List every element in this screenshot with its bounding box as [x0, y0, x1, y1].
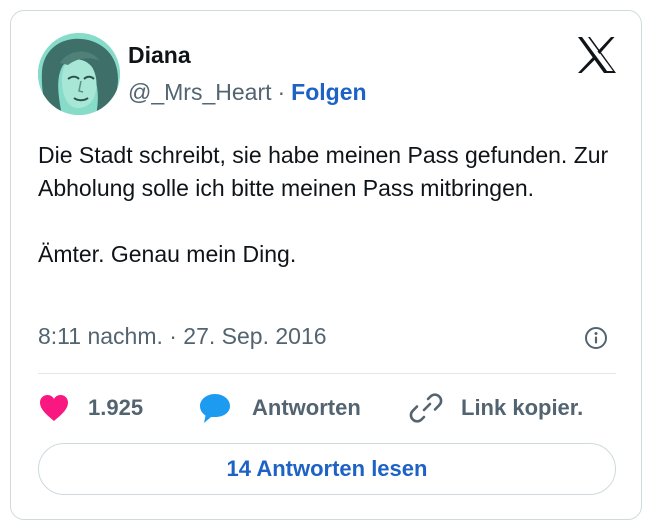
reply-button[interactable]: Antworten [198, 391, 361, 425]
tweet-timestamp[interactable]: 8:11 nachm. · 27. Sep. 2016 [38, 322, 327, 350]
speech-bubble-icon [200, 394, 230, 423]
avatar[interactable] [38, 33, 120, 115]
tweet-text: Die Stadt schreibt, sie habe meinen Pass… [38, 139, 628, 271]
copy-link-label: Link kopier. [461, 395, 584, 420]
x-logo-icon[interactable] [576, 35, 618, 75]
read-replies-button[interactable]: 14 Antworten lesen [38, 443, 616, 495]
heart-icon [40, 395, 68, 421]
link-icon [409, 393, 443, 423]
reply-label: Antworten [252, 395, 361, 420]
info-icon[interactable] [584, 326, 608, 350]
tweet-paragraph: Die Stadt schreibt, sie habe meinen Pass… [38, 142, 609, 201]
like-button[interactable]: 1.925 [38, 391, 143, 425]
separator-dot: · [277, 79, 286, 105]
divider [38, 373, 616, 374]
copy-link-button[interactable]: Link kopier. [409, 391, 583, 425]
author-meta-row: @_Mrs_Heart · Folgen [128, 78, 367, 106]
author-name[interactable]: Diana [128, 41, 191, 69]
avatar-image [38, 33, 120, 115]
like-count: 1.925 [88, 395, 144, 420]
tweet-card: Diana @_Mrs_Heart · Folgen Die Stadt schre… [10, 10, 642, 520]
author-handle[interactable]: @_Mrs_Heart [128, 79, 272, 105]
tweet-paragraph: Ämter. Genau mein Ding. [38, 241, 297, 267]
follow-button[interactable]: Folgen [291, 79, 366, 105]
